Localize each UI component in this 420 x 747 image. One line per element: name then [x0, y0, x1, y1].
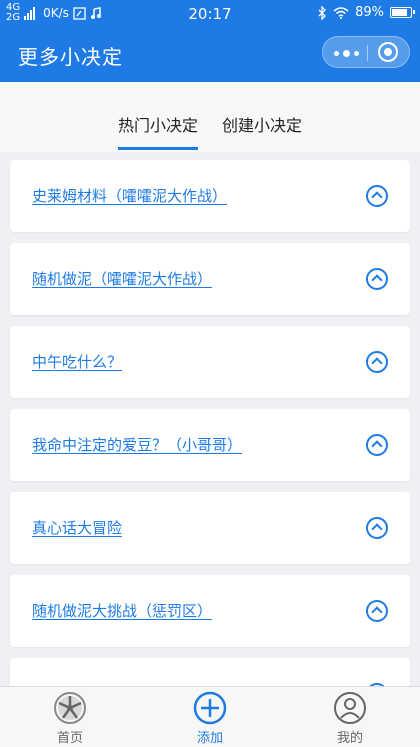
list-item[interactable]: 我命中注定的爱豆？（小哥哥） — [10, 409, 410, 481]
chevron-up-icon[interactable] — [366, 600, 388, 622]
mini-program-capsule — [322, 36, 410, 68]
item-title[interactable]: 史莱姆材料（嚯嚯泥大作战） — [32, 185, 227, 206]
tabbar-label: 首页 — [56, 731, 83, 746]
user-icon — [333, 691, 367, 725]
status-right: 89% — [318, 5, 415, 20]
wheel-icon — [53, 691, 87, 725]
item-title[interactable]: 随机做泥大挑战（惩罚区） — [32, 600, 212, 621]
nav-bar: 更多小决定 — [0, 28, 420, 82]
target-circle-icon[interactable] — [378, 42, 398, 62]
item-title[interactable]: 我命中注定的爱豆？（小哥哥） — [32, 434, 242, 455]
list-item[interactable]: 中午吃什么？ — [10, 326, 410, 398]
item-title[interactable]: 随机做泥（嚯嚯泥大作战） — [32, 268, 212, 289]
tab-strip: 热门小决定 创建小决定 — [0, 82, 420, 152]
chevron-up-icon[interactable] — [366, 517, 388, 539]
item-title[interactable]: 中午吃什么？ — [32, 351, 122, 372]
battery-icon — [390, 7, 415, 18]
more-dots-icon[interactable] — [333, 45, 359, 61]
chevron-up-icon[interactable] — [366, 185, 388, 207]
bluetooth-icon — [318, 5, 327, 20]
tabbar-item-mine[interactable]: 我的 — [310, 691, 390, 746]
capsule-divider — [367, 45, 368, 61]
tabbar-label: 添加 — [196, 731, 223, 746]
chevron-up-icon[interactable] — [366, 268, 388, 290]
chevron-up-icon[interactable] — [366, 351, 388, 373]
list-item[interactable]: 真心话大冒险 — [10, 492, 410, 564]
list-item[interactable]: 随机做泥（嚯嚯泥大作战） — [10, 243, 410, 315]
bottom-tab-bar: 首页 添加 我的 — [0, 686, 420, 747]
decision-list: 史莱姆材料（嚯嚯泥大作战） 随机做泥（嚯嚯泥大作战） 中午吃什么？ 我命中注定的… — [10, 160, 410, 741]
tab-hot-decisions[interactable]: 热门小决定 — [118, 112, 199, 150]
list-item[interactable]: 史莱姆材料（嚯嚯泥大作战） — [10, 160, 410, 232]
chevron-up-icon[interactable] — [366, 434, 388, 456]
item-title[interactable]: 真心话大冒险 — [32, 517, 122, 538]
tab-create-decision[interactable]: 创建小决定 — [222, 112, 302, 136]
battery-percent: 89% — [355, 5, 384, 20]
tabbar-item-add[interactable]: 添加 — [170, 691, 250, 746]
plus-circle-icon — [193, 691, 227, 725]
wifi-icon — [333, 6, 349, 19]
page-title: 更多小决定 — [18, 45, 123, 69]
tabbar-label: 我的 — [336, 731, 363, 746]
list-item[interactable]: 随机做泥大挑战（惩罚区） — [10, 575, 410, 647]
status-bar: 4G 2G 0K/s 20:17 89% — [0, 0, 420, 28]
tabbar-item-home[interactable]: 首页 — [30, 691, 110, 746]
